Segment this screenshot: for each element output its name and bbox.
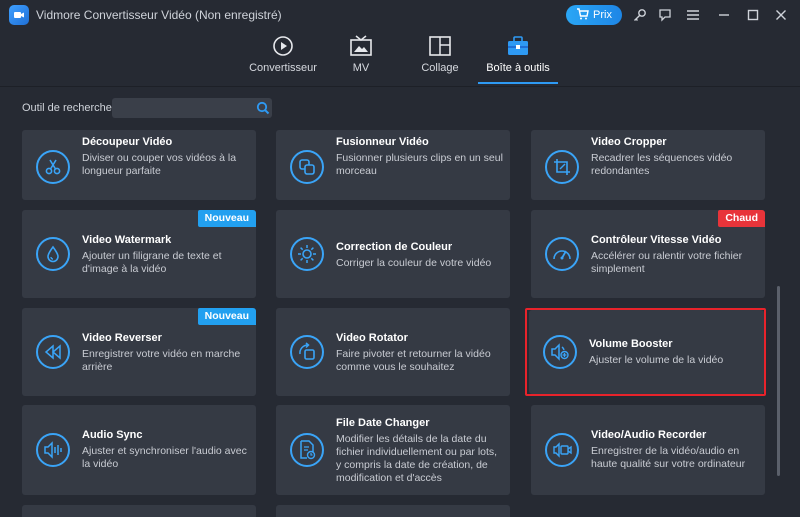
maximize-icon[interactable] [745,7,761,23]
buy-button[interactable]: Prix [566,5,622,25]
close-icon[interactable] [773,7,789,23]
scrollbar-thumb[interactable] [777,286,780,476]
tool-description: Corriger la couleur de votre vidéo [336,257,492,269]
title-bar: Vidmore Convertisseur Vidéo (Non enregis… [0,0,800,30]
tool-card-volume-booster[interactable]: Volume Booster Ajuster le volume de la v… [529,310,764,394]
search-icon[interactable] [256,101,270,115]
new-badge: Nouveau [197,210,256,227]
app-logo-icon [9,5,29,25]
tab-boite-a-outils[interactable]: Boîte à outils [478,30,558,84]
tool-title: Video Cropper [591,136,667,148]
tool-title: Contrôleur Vitesse Vidéo [591,234,722,246]
tool-card-video-watermark[interactable]: Video Watermark Ajouter un filigrane de … [22,210,256,298]
hot-badge: Chaud [718,210,765,227]
tab-collage[interactable]: Collage [412,30,468,84]
tool-description: Recadrer les séquences vidéo redondantes [591,152,733,177]
active-tab-indicator [478,82,558,84]
search-label: Outil de recherche : [22,102,118,114]
sun-icon [290,237,324,271]
tool-description: Faire pivoter et retourner la vidéo comm… [336,348,491,373]
rotate-icon [290,335,324,369]
cart-icon [576,7,589,23]
volume-icon [543,335,577,369]
search-input[interactable] [112,98,272,118]
tool-title: Audio Sync [82,429,143,441]
main-nav: Convertisseur MV Collage Boîte à outils [0,30,800,86]
minimize-icon[interactable] [716,7,732,23]
tool-title: Video Watermark [82,234,172,246]
tool-title: Découpeur Vidéo [82,136,173,148]
header-divider [0,86,800,87]
tool-description: Modifier les détails de la date du fichi… [336,433,498,484]
tool-title: Volume Booster [589,338,673,350]
file-date-icon [290,433,324,467]
drop-icon [36,237,70,271]
tool-card-partial [22,505,256,517]
tool-card-video-rotator[interactable]: Video Rotator Faire pivoter et retourner… [276,308,510,396]
tool-description: Fusionner plusieurs clips en un seul mor… [336,152,503,177]
rewind-icon [36,335,70,369]
tool-title: Video Reverser [82,332,162,344]
convert-icon [272,30,294,62]
merge-icon [290,150,324,184]
tab-label: Convertisseur [249,62,317,74]
tool-title: Fusionneur Vidéo [336,136,429,148]
tab-convertisseur[interactable]: Convertisseur [244,30,322,84]
tool-description: Enregistrer de la vidéo/audio en haute q… [591,445,746,470]
buy-label: Prix [593,9,612,21]
crop-icon [545,150,579,184]
tool-description: Diviser ou couper vos vidéos à la longue… [82,152,237,177]
tool-description: Ajuster et synchroniser l'audio avec la … [82,445,247,470]
collage-icon [429,30,451,62]
toolbox-icon [506,30,530,62]
tool-card-file-date-changer[interactable]: File Date Changer Modifier les détails d… [276,405,510,495]
menu-icon[interactable] [685,7,701,23]
mv-icon [349,30,373,62]
tool-card-audio-sync[interactable]: Audio Sync Ajuster et synchroniser l'aud… [22,405,256,495]
recorder-icon [545,433,579,467]
tab-label: Collage [421,62,459,74]
key-icon[interactable] [632,7,648,23]
tool-title: Video/Audio Recorder [591,429,707,441]
tool-card-video-cropper[interactable]: Video Cropper Recadrer les séquences vid… [531,130,765,200]
tool-card-partial [276,505,510,517]
scissors-icon [36,150,70,184]
window-title: Vidmore Convertisseur Vidéo (Non enregis… [36,8,282,22]
audio-sync-icon [36,433,70,467]
tool-card-correction-de-couleur[interactable]: Correction de Couleur Corriger la couleu… [276,210,510,298]
speedometer-icon [545,237,579,271]
tool-description: Ajuster le volume de la vidéo [589,354,724,366]
tool-description: Accélérer ou ralentir votre fichier simp… [591,250,743,275]
tab-label: MV [352,62,370,74]
new-badge: Nouveau [197,308,256,325]
chat-icon[interactable] [657,7,673,23]
tool-title: File Date Changer [336,417,430,429]
tool-title: Video Rotator [336,332,408,344]
tool-description: Enregistrer votre vidéo en marche arrièr… [82,348,241,373]
tool-description: Ajouter un filigrane de texte et d'image… [82,250,222,275]
tool-card-fusionneur-video[interactable]: Fusionneur Vidéo Fusionner plusieurs cli… [276,130,510,200]
tab-label: Boîte à outils [486,62,550,74]
tool-card-video-audio-recorder[interactable]: Video/Audio Recorder Enregistrer de la v… [531,405,765,495]
tool-card-decoupeur-video[interactable]: Découpeur Vidéo Diviser ou couper vos vi… [22,130,256,200]
tool-card-video-reverser[interactable]: Video Reverser Enregistrer votre vidéo e… [22,308,256,396]
tab-mv[interactable]: MV [336,30,386,84]
tool-title: Correction de Couleur [336,241,453,253]
tool-card-controleur-vitesse-video[interactable]: Contrôleur Vitesse Vidéo Accélérer ou ra… [531,210,765,298]
